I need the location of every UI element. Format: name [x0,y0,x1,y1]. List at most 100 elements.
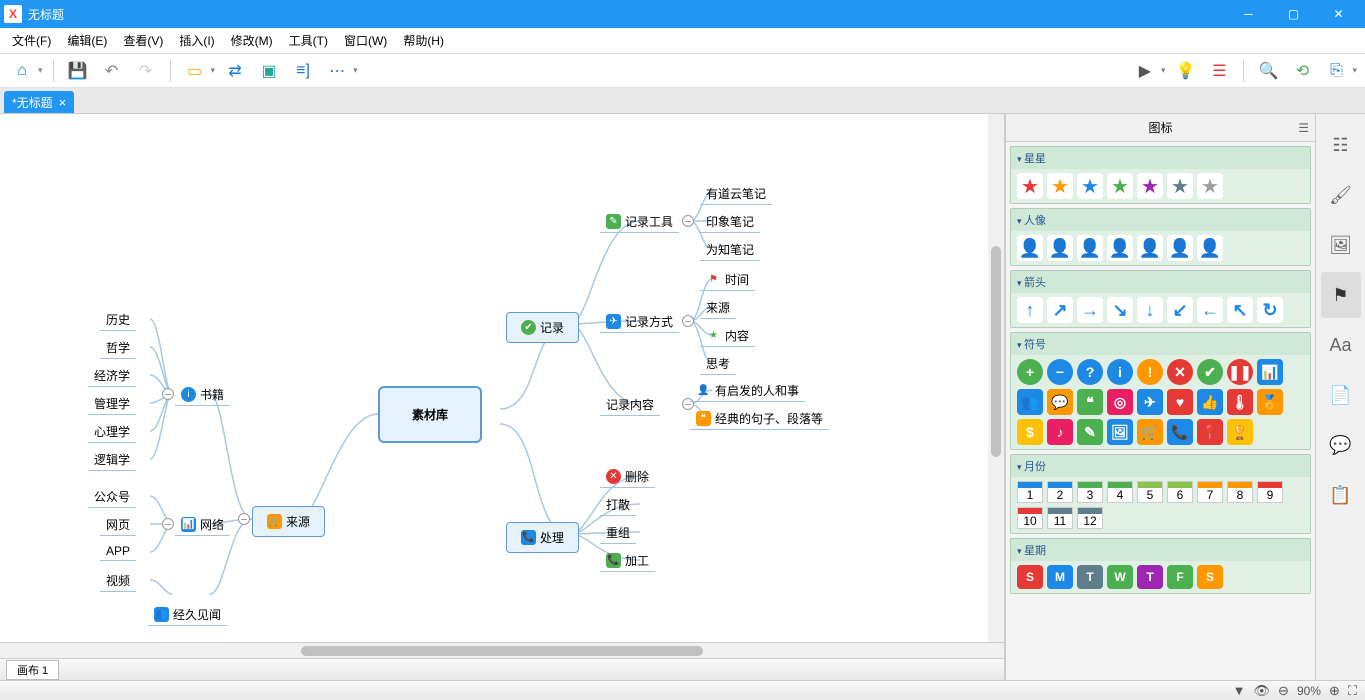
question-icon[interactable]: ? [1077,359,1103,385]
more-button[interactable]: ⋯ [323,57,351,85]
month-icon[interactable]: 10 [1017,507,1043,529]
plane-icon[interactable]: ✈ [1137,389,1163,415]
comments-tab[interactable]: 💬 [1321,422,1361,468]
chart-icon[interactable]: 📊 [1257,359,1283,385]
filter-icon[interactable]: ▼ [1233,683,1246,698]
leaf[interactable]: APP [100,542,136,561]
visibility-icon[interactable]: 👁 [1254,683,1271,699]
menu-modify[interactable]: 修改(M) [223,28,281,53]
person-icon[interactable]: 👤 [1017,235,1043,261]
temp-icon[interactable]: 🌡 [1227,389,1253,415]
exclaim-icon[interactable]: ! [1137,359,1163,385]
node-exp[interactable]: 👥经久见闻 [148,604,227,626]
section-header[interactable]: 箭头 [1011,271,1310,293]
check-icon[interactable]: ✔ [1197,359,1223,385]
month-icon[interactable]: 3 [1077,481,1103,503]
dollar-icon[interactable]: $ [1017,419,1043,445]
week-icon[interactable]: S [1197,565,1223,589]
export-button[interactable]: ⎘ [1322,57,1350,85]
arrow-upleft-icon[interactable]: ↖ [1227,297,1253,323]
arrow-right-icon[interactable]: → [1077,297,1103,323]
leaf[interactable]: 公众号 [88,486,136,508]
node-net[interactable]: 📊网络 [175,514,230,536]
mindmap-canvas[interactable]: 素材库 🛒来源 – i书籍 – 📊网络 – 👥经久见闻 历史 哲学 经济学 管理… [0,114,1004,642]
month-icon[interactable]: 8 [1227,481,1253,503]
collapse-joint[interactable]: – [238,513,250,525]
redo-button[interactable]: ↷ [132,57,160,85]
vertical-scrollbar[interactable] [988,114,1004,642]
leaf[interactable]: ❝经典的句子、段落等 [690,408,829,430]
node-record[interactable]: ✔记录 [506,312,579,343]
undo-button[interactable]: ↶ [98,57,126,85]
week-icon[interactable]: W [1107,565,1133,589]
leaf[interactable]: 哲学 [100,337,136,359]
sheet-tab[interactable]: 画布 1 [6,660,59,680]
leaf[interactable]: 为知笔记 [700,239,760,261]
summary-button[interactable]: ≡] [289,57,317,85]
leaf[interactable]: ✕删除 [600,466,655,488]
month-icon[interactable]: 2 [1047,481,1073,503]
star-icon[interactable]: ★ [1017,173,1043,199]
person-icon[interactable]: 👤 [1047,235,1073,261]
pause-icon[interactable]: ❚❚ [1227,359,1253,385]
leaf[interactable]: 打散 [600,494,636,516]
collapse-joint[interactable]: – [682,315,694,327]
node-root[interactable]: 素材库 [378,386,482,443]
leaf[interactable]: 印象笔记 [700,211,760,233]
leaf[interactable]: 历史 [100,309,136,331]
panel-options-icon[interactable]: ☰ [1298,121,1309,135]
star-icon[interactable]: ★ [1167,173,1193,199]
section-header[interactable]: 月份 [1011,455,1310,477]
month-icon[interactable]: 6 [1167,481,1193,503]
horizontal-scrollbar[interactable] [0,642,1004,658]
maximize-button[interactable]: ▢ [1271,0,1316,28]
text-tab[interactable]: Aa [1321,322,1361,368]
leaf[interactable]: 网页 [100,514,136,536]
node-record-way[interactable]: ✈记录方式 [600,311,679,333]
quote-icon[interactable]: ❝ [1077,389,1103,415]
leaf[interactable]: 📞加工 [600,550,655,572]
arrow-upright-icon[interactable]: ↗ [1047,297,1073,323]
menu-help[interactable]: 帮助(H) [395,28,452,53]
zoom-in-button[interactable]: ⊕ [1329,683,1340,699]
home-button[interactable]: ⌂ [8,57,36,85]
trophy-icon[interactable]: 🏆 [1227,419,1253,445]
topic-button[interactable]: ▭ [181,57,209,85]
gantt-button[interactable]: ☰ [1205,57,1233,85]
month-icon[interactable]: 11 [1047,507,1073,529]
image-icon[interactable]: 🖼 [1107,419,1133,445]
week-icon[interactable]: T [1137,565,1163,589]
month-icon[interactable]: 9 [1257,481,1283,503]
collapse-joint[interactable]: – [162,388,174,400]
collapse-joint[interactable]: – [162,518,174,530]
collapse-joint[interactable]: – [682,215,694,227]
format-tab[interactable]: 🖌 [1321,172,1361,218]
share-button[interactable]: ⟲ [1288,57,1316,85]
section-header[interactable]: 人像 [1011,209,1310,231]
leaf[interactable]: 视频 [100,570,136,592]
people-icon[interactable]: 👥 [1017,389,1043,415]
menu-insert[interactable]: 插入(I) [171,28,222,53]
person-icon[interactable]: 👤 [1167,235,1193,261]
week-icon[interactable]: F [1167,565,1193,589]
brainstorm-button[interactable]: 💡 [1171,57,1199,85]
outline-tab[interactable]: ☷ [1321,122,1361,168]
section-header[interactable]: 星星 [1011,147,1310,169]
arrow-down-icon[interactable]: ↓ [1137,297,1163,323]
section-header[interactable]: 符号 [1011,333,1310,355]
node-record-tool[interactable]: ✎记录工具 [600,211,679,233]
arrow-downleft-icon[interactable]: ↙ [1167,297,1193,323]
section-header[interactable]: 星期 [1011,539,1310,561]
markers-tab[interactable]: ⚑ [1321,272,1361,318]
target-icon[interactable]: ◎ [1107,389,1133,415]
node-process[interactable]: 📞处理 [506,522,579,553]
image-tab[interactable]: 🖼 [1321,222,1361,268]
month-icon[interactable]: 4 [1107,481,1133,503]
info-icon[interactable]: i [1107,359,1133,385]
arrow-downright-icon[interactable]: ↘ [1107,297,1133,323]
leaf[interactable]: 心理学 [88,421,136,443]
star-icon[interactable]: ★ [1197,173,1223,199]
menu-file[interactable]: 文件(F) [4,28,59,53]
leaf[interactable]: 来源 [700,297,736,319]
menu-edit[interactable]: 编辑(E) [59,28,115,53]
